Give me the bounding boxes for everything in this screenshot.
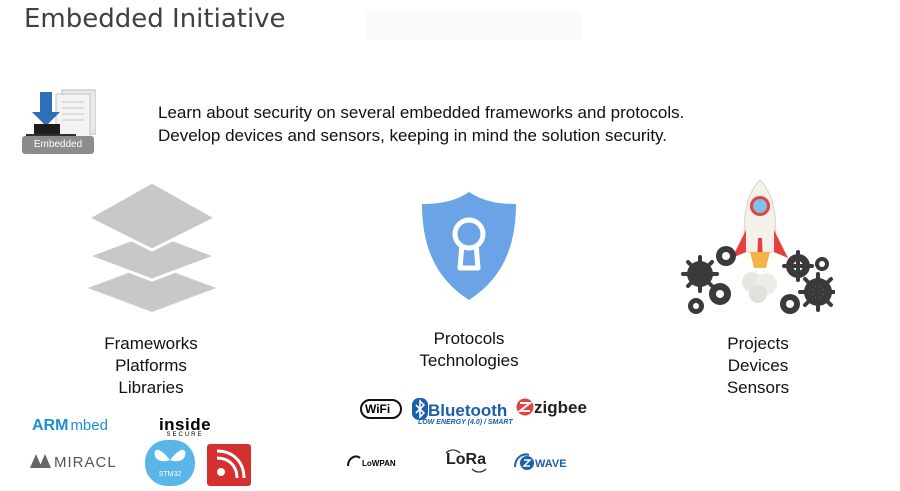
- arm-text: ARM: [32, 417, 69, 434]
- intro-text: Learn about security on several embedded…: [158, 101, 684, 147]
- 6lowpan-logo: LoWPAN: [346, 453, 396, 471]
- title-placeholder-bar: [366, 12, 582, 40]
- zigbee-text: zigbee: [534, 398, 587, 417]
- embedded-badge-label: Embedded: [22, 136, 94, 154]
- page-title: Embedded Initiative: [24, 4, 286, 34]
- bluetooth-rune-icon: [412, 398, 428, 420]
- inside-secure-logo: inside SECURE: [150, 415, 220, 438]
- zwave-text: WAVE: [535, 458, 567, 470]
- label-platforms: Platforms: [115, 356, 187, 375]
- miracl-logo: MIRACL: [30, 454, 117, 472]
- embedded-badge[interactable]: Embedded: [22, 84, 97, 158]
- label-libraries: Libraries: [118, 378, 184, 397]
- stm32-logo: STM32: [145, 440, 195, 486]
- lora-logo: LoRa: [442, 447, 492, 473]
- label-sensors: Sensors: [726, 378, 790, 397]
- espressif-logo: [207, 444, 251, 486]
- shield-keyhole-icon: [420, 190, 518, 307]
- wifi-logo: WiFi: [360, 398, 402, 420]
- butterfly-icon: [154, 449, 186, 462]
- zwave-mark-icon: [514, 453, 534, 470]
- bluetooth-logo: Bluetooth LOW ENERGY (4.0) / SMART: [412, 398, 513, 426]
- label-protocols: Protocols: [433, 329, 505, 348]
- projects-column-label: Projects Devices Sensors: [683, 333, 833, 399]
- lowpan-mark-icon: [347, 455, 361, 467]
- protocols-column-label: Protocols Technologies: [394, 328, 544, 372]
- miracl-mark-icon: [30, 454, 51, 468]
- label-devices: Devices: [727, 356, 789, 375]
- lora-signal-icon: [445, 449, 487, 473]
- zigbee-logo: zigbee: [516, 398, 587, 418]
- label-technologies: Technologies: [419, 351, 519, 370]
- miracl-text: MIRACL: [54, 454, 117, 471]
- stm32-text: STM32: [158, 471, 182, 478]
- rocket-gears-icon: [680, 178, 838, 333]
- wifi-text: WiFi: [365, 402, 391, 416]
- mbed-text: mbed: [70, 417, 108, 434]
- bluetooth-text: Bluetooth: [428, 401, 508, 420]
- inside-text: inside: [158, 415, 212, 434]
- intro-line-1: Learn about security on several embedded…: [158, 103, 685, 122]
- zwave-logo: WAVE: [513, 451, 567, 472]
- lowpan-text: LoWPAN: [362, 459, 396, 468]
- intro-line-2: Develop devices and sensors, keeping in …: [158, 126, 668, 145]
- label-frameworks: Frameworks: [104, 334, 198, 353]
- label-projects: Projects: [727, 334, 789, 353]
- zigbee-mark-icon: [516, 398, 534, 416]
- frameworks-column-label: Frameworks Platforms Libraries: [76, 333, 226, 399]
- arm-mbed-logo: ARM mbed: [32, 417, 108, 435]
- espressif-icon: [216, 449, 246, 479]
- bluetooth-subtitle: LOW ENERGY (4.0) / SMART: [418, 419, 513, 426]
- layers-icon: [83, 180, 221, 321]
